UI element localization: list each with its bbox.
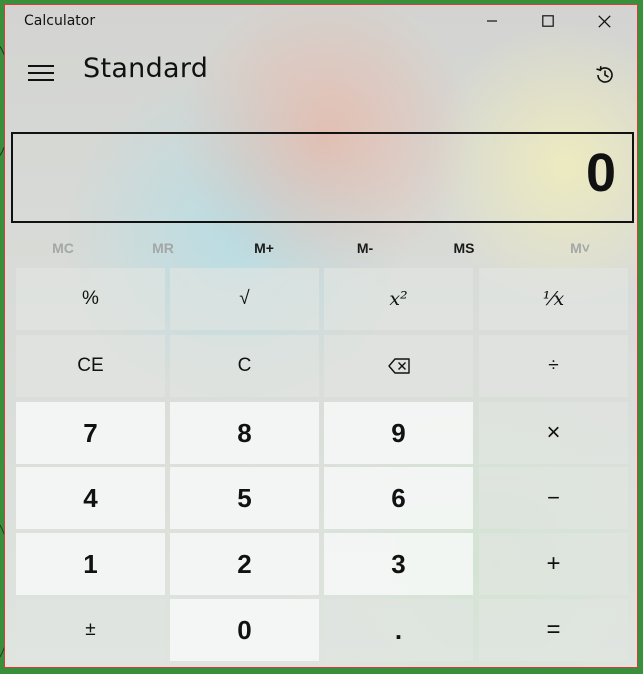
multiply-button[interactable]: × xyxy=(479,402,628,464)
memory-add-button[interactable]: M+ xyxy=(214,231,314,265)
key-label: + xyxy=(546,550,561,577)
clear-entry-button[interactable]: CE xyxy=(16,335,165,397)
digit-0-button[interactable]: 0 xyxy=(170,599,319,661)
key-label: 6 xyxy=(391,482,406,513)
key-label: 3 xyxy=(391,548,406,579)
subtract-button[interactable]: − xyxy=(479,467,628,529)
digit-8-button[interactable]: 8 xyxy=(170,402,319,464)
square-root-button[interactable]: √ xyxy=(170,268,319,330)
key-label: CE xyxy=(77,355,104,376)
digit-4-button[interactable]: 4 xyxy=(16,467,165,529)
key-label: % xyxy=(82,288,99,309)
key-label: 0 xyxy=(237,614,252,645)
close-button[interactable] xyxy=(576,5,632,37)
memory-list-button[interactable]: M˅ xyxy=(530,231,630,265)
close-icon xyxy=(597,14,611,28)
key-label: 9 xyxy=(391,417,406,448)
key-label: C xyxy=(237,355,252,376)
navigation-menu-button[interactable] xyxy=(19,55,63,91)
display-value: 0 xyxy=(585,143,616,203)
key-label: . xyxy=(394,614,403,645)
key-label: 7 xyxy=(83,417,98,448)
key-label: x² xyxy=(389,288,408,310)
backspace-button[interactable] xyxy=(324,335,473,397)
key-label: 1 xyxy=(83,548,98,579)
backspace-icon xyxy=(387,358,410,374)
clear-button[interactable]: C xyxy=(170,335,319,397)
digit-1-button[interactable]: 1 xyxy=(16,533,165,595)
maximize-icon xyxy=(542,15,554,27)
history-button[interactable] xyxy=(585,57,625,93)
decimal-point-button[interactable]: . xyxy=(324,599,473,661)
memory-clear-button[interactable]: MC xyxy=(13,231,113,265)
result-display: 0 xyxy=(11,132,634,223)
digit-7-button[interactable]: 7 xyxy=(16,402,165,464)
equals-button[interactable]: = xyxy=(479,599,628,661)
key-label: × xyxy=(546,419,561,446)
reciprocal-button[interactable]: ¹⁄x xyxy=(479,268,628,330)
calculator-mode-title: Standard xyxy=(83,53,209,84)
memory-recall-button[interactable]: MR xyxy=(113,231,213,265)
digit-2-button[interactable]: 2 xyxy=(170,533,319,595)
key-label: ¹⁄x xyxy=(542,288,565,310)
square-button[interactable]: x² xyxy=(324,268,473,330)
history-icon xyxy=(596,66,613,83)
digit-6-button[interactable]: 6 xyxy=(324,467,473,529)
calculator-window: Calculator Standard 0 MC MR M+ M- MS M˅ … xyxy=(4,4,638,668)
digit-9-button[interactable]: 9 xyxy=(324,402,473,464)
percent-button[interactable]: % xyxy=(16,268,165,330)
digit-5-button[interactable]: 5 xyxy=(170,467,319,529)
negate-button[interactable]: ± xyxy=(16,599,165,661)
memory-bar: MC MR M+ M- MS M˅ xyxy=(5,231,637,265)
key-label: 2 xyxy=(237,548,252,579)
maximize-button[interactable] xyxy=(520,5,576,37)
digit-3-button[interactable]: 3 xyxy=(324,533,473,595)
key-label: 5 xyxy=(237,482,252,513)
hamburger-menu-icon xyxy=(28,65,54,81)
key-label: ÷ xyxy=(548,355,559,376)
key-label: 4 xyxy=(83,482,98,513)
key-label: ± xyxy=(85,619,96,640)
title-bar[interactable]: Calculator xyxy=(5,5,637,37)
minimize-button[interactable] xyxy=(464,5,520,37)
add-button[interactable]: + xyxy=(479,533,628,595)
app-title: Calculator xyxy=(24,13,96,29)
key-label: √ xyxy=(239,288,250,309)
key-label: 8 xyxy=(237,417,252,448)
memory-store-button[interactable]: MS xyxy=(414,231,514,265)
key-label: − xyxy=(547,485,560,510)
minimize-icon xyxy=(487,20,497,22)
key-label: = xyxy=(546,616,561,643)
divide-button[interactable]: ÷ xyxy=(479,335,628,397)
memory-subtract-button[interactable]: M- xyxy=(315,231,415,265)
